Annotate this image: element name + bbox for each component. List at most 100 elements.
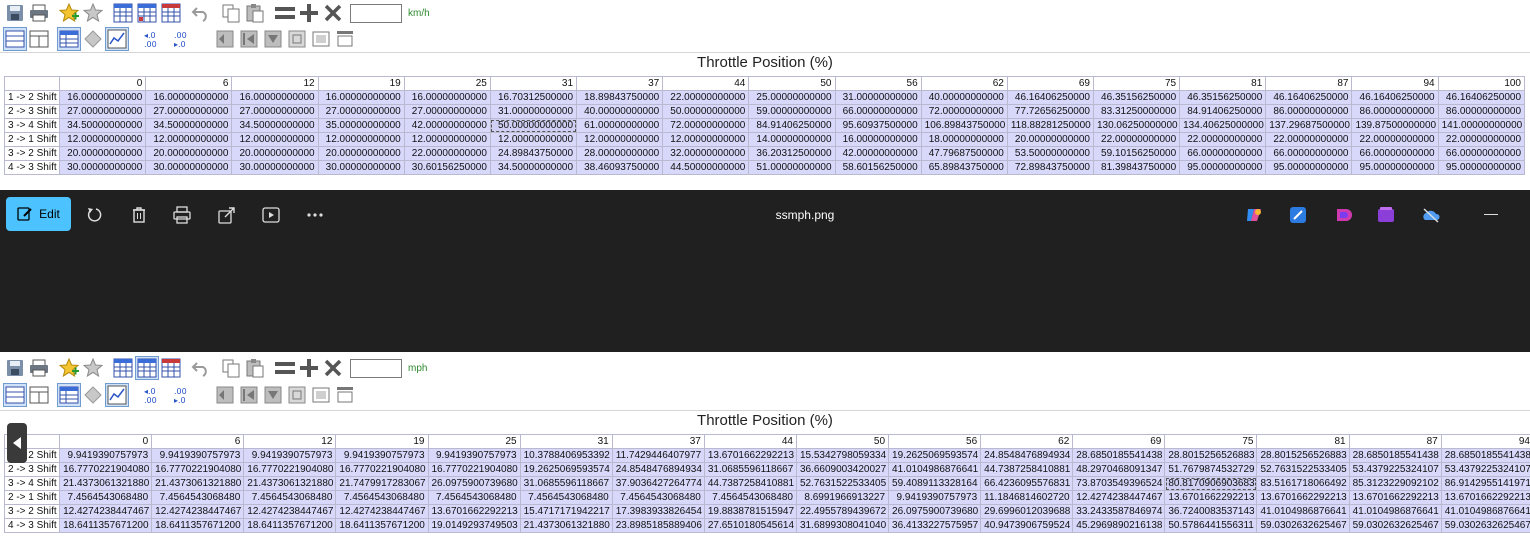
smooth-icon[interactable] — [286, 28, 308, 50]
table-cell[interactable]: 34.50000000000 — [489, 160, 578, 175]
table-cell[interactable]: 31.0685596118667 — [703, 462, 797, 477]
table-cell[interactable]: 12.00000000000 — [317, 132, 405, 147]
table-cell[interactable]: 12.00000000000 — [576, 132, 664, 147]
table-cell[interactable]: 27.00000000000 — [317, 104, 405, 119]
table-cell[interactable]: 31.6899308041040 — [795, 518, 890, 533]
increase-decimals-icon[interactable]: .00 ▸.0 — [172, 384, 200, 406]
table-cell[interactable]: 83.31250000000 — [1092, 104, 1181, 119]
graph-view-icon[interactable] — [105, 27, 129, 51]
table-cell[interactable]: 7.4564543068480 — [703, 490, 797, 505]
table-cell[interactable]: 23.8985185889406 — [611, 518, 705, 533]
table-cell[interactable]: 22.00000000000 — [1092, 132, 1181, 147]
table-edit-icon[interactable] — [136, 2, 158, 24]
column-header[interactable]: 12 — [243, 434, 337, 449]
table-cell[interactable]: 86.00000000000 — [1265, 104, 1353, 119]
row-header[interactable]: 3 -> 2 Shift — [3, 504, 61, 519]
grid-view-icon[interactable] — [57, 383, 81, 407]
table-cell[interactable]: 22.00000000000 — [1437, 132, 1526, 147]
table-cell[interactable]: 95.00000000000 — [1351, 160, 1439, 175]
table-cell[interactable]: 85.3123229092102 — [1348, 476, 1442, 491]
table-cell[interactable]: 95.00000000000 — [1265, 160, 1353, 175]
table-cell[interactable]: 53.4379225324107 — [1348, 462, 1442, 477]
column-header[interactable]: 44 — [662, 76, 750, 91]
table-cell[interactable]: 19.0149293749503 — [427, 518, 521, 533]
table-cell[interactable]: 21.4373061321880 — [243, 476, 337, 491]
table-cell[interactable]: 27.00000000000 — [231, 104, 319, 119]
print-icon[interactable] — [28, 2, 50, 24]
table-cell[interactable]: 9.9419390757973 — [335, 448, 429, 463]
table-cell[interactable]: 24.89843750000 — [489, 146, 578, 161]
table-cell[interactable]: 9.9419390757973 — [888, 490, 982, 505]
table-cell[interactable]: 27.6510180545614 — [703, 518, 797, 533]
column-header[interactable]: 56 — [888, 434, 982, 449]
table-cell[interactable]: 36.20312500000 — [748, 146, 836, 161]
table-cell[interactable]: 13.6701662292213 — [427, 504, 521, 519]
table-cell[interactable]: 59.10156250000 — [1092, 146, 1181, 161]
add-icon[interactable] — [298, 2, 320, 24]
table-cell[interactable]: 46.35156250000 — [1092, 90, 1181, 105]
table-cell[interactable]: 41.0104986876641 — [888, 462, 982, 477]
table-cell[interactable]: 7.4564543068480 — [427, 490, 521, 505]
value-input[interactable] — [350, 358, 402, 378]
table-cell[interactable]: 36.7240083537143 — [1164, 504, 1258, 519]
table-cell[interactable]: 139.87500000000 — [1351, 118, 1439, 133]
table-cell[interactable]: 28.8015256526883 — [1256, 448, 1350, 463]
table-cell[interactable]: 72.89843750000 — [1006, 160, 1094, 175]
table-cell[interactable]: 41.0104986876641 — [1348, 504, 1442, 519]
table-cell[interactable]: 16.7770221904080 — [335, 462, 429, 477]
table-cell[interactable]: 16.00000000000 — [403, 90, 491, 105]
diamond-icon[interactable] — [82, 384, 104, 406]
column-header[interactable]: 94 — [1440, 434, 1530, 449]
table-cell[interactable]: 59.0302632625467 — [1348, 518, 1442, 533]
column-header[interactable]: 25 — [403, 76, 491, 91]
print-icon[interactable] — [172, 205, 192, 225]
table-cell[interactable]: 51.00000000000 — [748, 160, 836, 175]
column-header[interactable]: 31 — [489, 76, 578, 91]
table-cell[interactable]: 27.00000000000 — [403, 104, 491, 119]
edit-button[interactable]: Edit — [6, 197, 71, 231]
table-cell[interactable]: 44.7387258410881 — [980, 462, 1074, 477]
table-cell[interactable]: 28.6850185541438 — [1072, 448, 1166, 463]
table-cell[interactable]: 46.16406250000 — [1437, 90, 1526, 105]
table-cell[interactable]: 20.00000000000 — [231, 146, 319, 161]
column-header[interactable]: 31 — [519, 434, 613, 449]
column-header[interactable]: 69 — [1072, 434, 1166, 449]
column-header[interactable]: 6 — [151, 434, 245, 449]
table-cell[interactable]: 19.2625069593574 — [519, 462, 613, 477]
table-cell[interactable]: 9.9419390757973 — [151, 448, 245, 463]
table-cell[interactable]: 73.8703549396524 — [1072, 476, 1166, 491]
table-cell[interactable]: 59.0302632625467 — [1440, 518, 1530, 533]
table-cell[interactable]: 34.50000000000 — [59, 118, 147, 133]
table-cell[interactable]: 81.39843750000 — [1092, 160, 1181, 175]
table-cell[interactable]: 22.00000000000 — [1179, 132, 1267, 147]
multiply-icon[interactable] — [322, 357, 344, 379]
fill-icon[interactable] — [334, 28, 356, 50]
column-header[interactable]: 37 — [611, 434, 705, 449]
table-cell[interactable]: 66.00000000000 — [1265, 146, 1353, 161]
table-cell[interactable]: 83.5161718066492 — [1256, 476, 1350, 491]
table-cell[interactable]: 20.00000000000 — [59, 146, 147, 161]
table-cell[interactable]: 59.00000000000 — [748, 104, 836, 119]
table-cell[interactable]: 42.00000000000 — [403, 118, 491, 133]
table-cell[interactable]: 16.7770221904080 — [151, 462, 245, 477]
table-cell[interactable]: 7.4564543068480 — [611, 490, 705, 505]
column-header[interactable]: 19 — [317, 76, 405, 91]
table-cell[interactable]: 34.50000000000 — [145, 118, 233, 133]
minimize-icon[interactable] — [1481, 205, 1501, 225]
column-header[interactable]: 6 — [145, 76, 233, 91]
table-cell[interactable]: 13.6701662292213 — [703, 448, 797, 463]
diamond-icon[interactable] — [82, 28, 104, 50]
undo-icon[interactable] — [190, 2, 212, 24]
rotate-icon[interactable] — [85, 205, 105, 225]
add-icon[interactable] — [298, 357, 320, 379]
table-cell[interactable]: 20.00000000000 — [317, 146, 405, 161]
favorite-icon[interactable] — [82, 357, 104, 379]
table-cell[interactable]: 21.4373061321880 — [151, 476, 245, 491]
table-view-icon[interactable] — [112, 357, 134, 379]
table-cell[interactable]: 46.16406250000 — [1006, 90, 1094, 105]
table-cell[interactable]: 50.00000000000 — [662, 104, 750, 119]
equals-icon[interactable] — [274, 357, 296, 379]
table-cell[interactable]: 41.0104986876641 — [1256, 504, 1350, 519]
favorite-icon[interactable] — [82, 2, 104, 24]
table-cell[interactable]: 12.00000000000 — [489, 132, 578, 147]
